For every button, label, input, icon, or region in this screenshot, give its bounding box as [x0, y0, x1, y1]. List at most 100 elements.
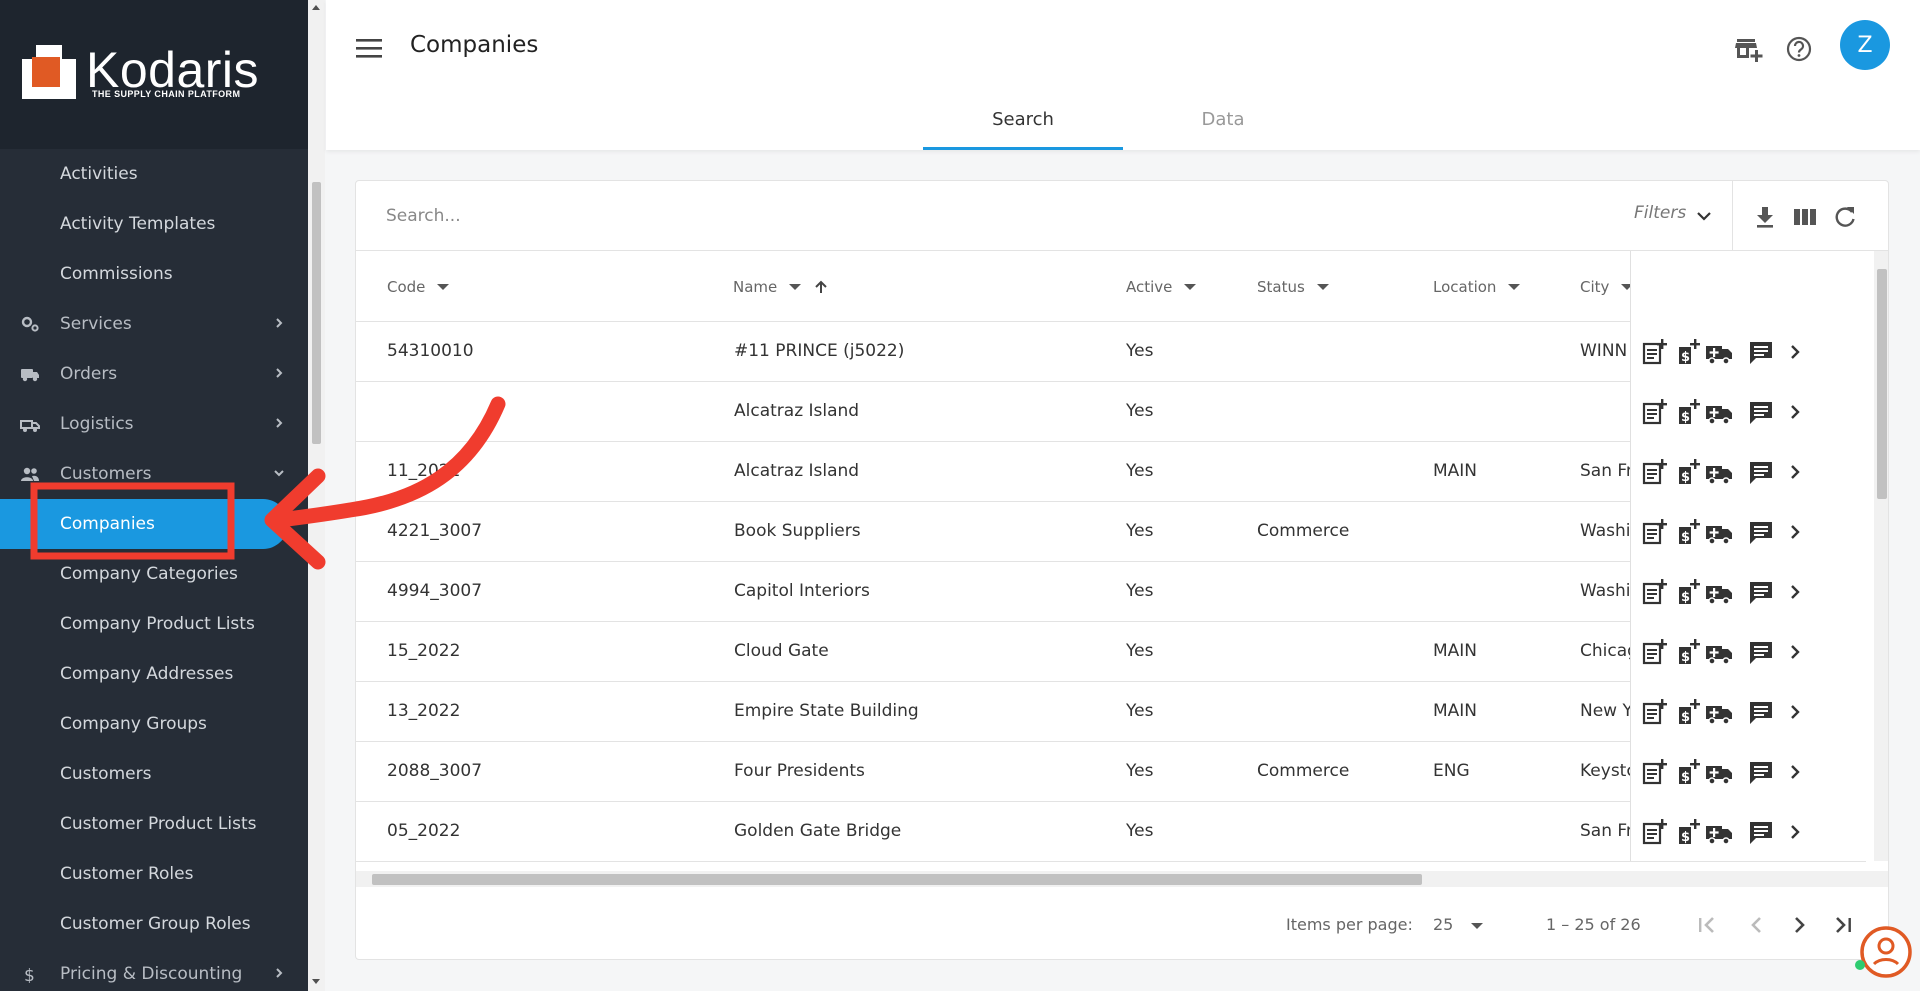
- add-note-icon[interactable]: [1641, 458, 1669, 486]
- add-note-icon[interactable]: [1641, 338, 1669, 366]
- sidebar-item-services[interactable]: Services: [0, 299, 308, 349]
- download-icon[interactable]: [1752, 204, 1778, 230]
- sidebar-item-customers[interactable]: Customers: [0, 449, 308, 499]
- add-note-icon[interactable]: [1641, 398, 1669, 426]
- add-price-icon[interactable]: $: [1674, 818, 1702, 846]
- chevron-right-icon[interactable]: [272, 316, 286, 330]
- add-note-icon[interactable]: [1641, 518, 1669, 546]
- column-header-status[interactable]: Status: [1257, 278, 1329, 296]
- comment-icon[interactable]: [1747, 458, 1775, 486]
- refresh-icon[interactable]: [1832, 204, 1858, 230]
- chevron-right-icon[interactable]: [1781, 458, 1809, 486]
- previous-page-icon[interactable]: [1742, 910, 1772, 940]
- sidebar-item-customer-group-roles[interactable]: Customer Group Roles: [0, 899, 308, 949]
- next-page-icon[interactable]: [1784, 910, 1814, 940]
- chevron-down-icon[interactable]: [1696, 208, 1712, 224]
- chevron-right-icon[interactable]: [272, 416, 286, 430]
- add-price-icon[interactable]: $: [1674, 758, 1702, 786]
- column-menu-caret-icon[interactable]: [437, 284, 450, 290]
- add-note-icon[interactable]: [1641, 818, 1669, 846]
- items-per-page-select[interactable]: 25: [1433, 915, 1453, 934]
- table-horizontal-scrollbar[interactable]: [356, 871, 1888, 887]
- column-header-city[interactable]: City: [1580, 278, 1634, 296]
- column-header-name[interactable]: Name: [733, 278, 829, 296]
- sidebar-item-orders[interactable]: Orders: [0, 349, 308, 399]
- add-note-icon[interactable]: [1641, 698, 1669, 726]
- comment-icon[interactable]: [1747, 698, 1775, 726]
- chat-support-icon[interactable]: [1852, 924, 1912, 984]
- chevron-right-icon[interactable]: [1781, 758, 1809, 786]
- sidebar-item-customer-roles[interactable]: Customer Roles: [0, 849, 308, 899]
- add-note-icon[interactable]: [1641, 758, 1669, 786]
- sidebar-item-activities[interactable]: Activities: [0, 149, 308, 199]
- add-price-icon[interactable]: $: [1674, 458, 1702, 486]
- add-note-icon[interactable]: [1641, 638, 1669, 666]
- chevron-right-icon[interactable]: [272, 366, 286, 380]
- add-store-icon[interactable]: [1734, 34, 1764, 64]
- column-header-location[interactable]: Location: [1433, 278, 1521, 296]
- column-menu-caret-icon[interactable]: [789, 284, 802, 290]
- sidebar-item-activity-templates[interactable]: Activity Templates: [0, 199, 308, 249]
- add-price-icon[interactable]: $: [1674, 338, 1702, 366]
- user-avatar[interactable]: Z: [1840, 20, 1890, 70]
- add-shipment-icon[interactable]: [1705, 638, 1733, 666]
- add-price-icon[interactable]: $: [1674, 578, 1702, 606]
- comment-icon[interactable]: [1747, 758, 1775, 786]
- add-shipment-icon[interactable]: [1705, 398, 1733, 426]
- comment-icon[interactable]: [1747, 638, 1775, 666]
- add-price-icon[interactable]: $: [1674, 698, 1702, 726]
- chevron-right-icon[interactable]: [1781, 578, 1809, 606]
- add-price-icon[interactable]: $: [1674, 518, 1702, 546]
- add-shipment-icon[interactable]: [1705, 578, 1733, 606]
- add-shipment-icon[interactable]: [1705, 338, 1733, 366]
- chevron-right-icon[interactable]: [1781, 638, 1809, 666]
- column-header-active[interactable]: Active: [1126, 278, 1197, 296]
- menu-icon[interactable]: [356, 38, 382, 58]
- column-menu-caret-icon[interactable]: [1184, 284, 1197, 290]
- sidebar-item-commissions[interactable]: Commissions: [0, 249, 308, 299]
- add-shipment-icon[interactable]: [1705, 518, 1733, 546]
- comment-icon[interactable]: [1747, 518, 1775, 546]
- column-menu-caret-icon[interactable]: [1508, 284, 1521, 290]
- sidebar-item-company-addresses[interactable]: Company Addresses: [0, 649, 308, 699]
- tab-search[interactable]: Search: [923, 95, 1123, 150]
- chevron-right-icon[interactable]: [272, 966, 286, 980]
- add-shipment-icon[interactable]: [1705, 818, 1733, 846]
- chevron-right-icon[interactable]: [1781, 818, 1809, 846]
- comment-icon[interactable]: [1747, 398, 1775, 426]
- sidebar-item-company-product-lists[interactable]: Company Product Lists: [0, 599, 308, 649]
- sidebar-item-company-categories[interactable]: Company Categories: [0, 549, 308, 599]
- sidebar-scrollbar[interactable]: [308, 0, 325, 991]
- comment-icon[interactable]: [1747, 338, 1775, 366]
- chevron-right-icon[interactable]: [1781, 398, 1809, 426]
- sidebar-item-customer-product-lists[interactable]: Customer Product Lists: [0, 799, 308, 849]
- add-shipment-icon[interactable]: [1705, 698, 1733, 726]
- dropdown-caret-icon[interactable]: [1471, 923, 1483, 929]
- scrollbar-thumb[interactable]: [372, 874, 1422, 885]
- tab-data[interactable]: Data: [1123, 95, 1323, 150]
- sidebar-item-companies[interactable]: Companies: [0, 499, 288, 549]
- scrollbar-thumb[interactable]: [1877, 269, 1887, 499]
- columns-icon[interactable]: [1792, 204, 1818, 230]
- sidebar-item-logistics[interactable]: Logistics: [0, 399, 308, 449]
- filters-button[interactable]: Filters: [1634, 203, 1686, 223]
- add-shipment-icon[interactable]: [1705, 758, 1733, 786]
- add-price-icon[interactable]: $: [1674, 638, 1702, 666]
- comment-icon[interactable]: [1747, 578, 1775, 606]
- add-price-icon[interactable]: $: [1674, 398, 1702, 426]
- sidebar-item-pricing-discounting[interactable]: $ Pricing & Discounting: [0, 949, 308, 991]
- sidebar-item-company-groups[interactable]: Company Groups: [0, 699, 308, 749]
- help-icon[interactable]: [1784, 34, 1814, 64]
- sort-ascending-icon[interactable]: [813, 279, 829, 295]
- first-page-icon[interactable]: [1692, 910, 1722, 940]
- chevron-right-icon[interactable]: [1781, 518, 1809, 546]
- table-vertical-scrollbar[interactable]: [1874, 251, 1888, 861]
- scrollbar-thumb[interactable]: [312, 182, 321, 444]
- add-note-icon[interactable]: [1641, 578, 1669, 606]
- sidebar-item-customers[interactable]: Customers: [0, 749, 308, 799]
- chevron-right-icon[interactable]: [1781, 698, 1809, 726]
- add-shipment-icon[interactable]: [1705, 458, 1733, 486]
- search-input[interactable]: [386, 203, 1286, 229]
- scroll-down-arrow-icon[interactable]: [312, 979, 320, 984]
- logo[interactable]: Kodaris THE SUPPLY CHAIN PLATFORM: [0, 0, 308, 149]
